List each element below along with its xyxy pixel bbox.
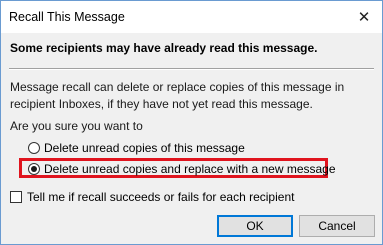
title-bar: Recall This Message ✕ <box>1 1 382 33</box>
notify-checkbox-row[interactable]: Tell me if recall succeeds or fails for … <box>10 190 294 204</box>
ok-button[interactable]: OK <box>217 215 293 237</box>
close-icon[interactable]: ✕ <box>352 5 376 29</box>
option-replace-radio[interactable]: Delete unread copies and replace with a … <box>28 162 336 176</box>
recall-dialog: Recall This Message ✕ Some recipients ma… <box>0 0 383 245</box>
question-text: Are you sure you want to <box>10 119 143 133</box>
option-replace-label: Delete unread copies and replace with a … <box>44 162 336 176</box>
cancel-button[interactable]: Cancel <box>299 215 375 237</box>
description-text: Message recall can delete or replace cop… <box>10 80 345 111</box>
option-delete-label: Delete unread copies of this message <box>44 141 245 155</box>
radio-button-icon[interactable] <box>28 142 40 154</box>
dialog-title: Recall This Message <box>9 10 125 24</box>
option-delete-radio[interactable]: Delete unread copies of this message <box>28 141 245 155</box>
radio-button-selected-icon[interactable] <box>28 163 40 175</box>
warning-text: Some recipients may have already read th… <box>10 41 318 55</box>
notify-checkbox-label: Tell me if recall succeeds or fails for … <box>27 190 295 204</box>
divider <box>9 68 374 70</box>
notify-checkbox[interactable] <box>10 191 22 203</box>
